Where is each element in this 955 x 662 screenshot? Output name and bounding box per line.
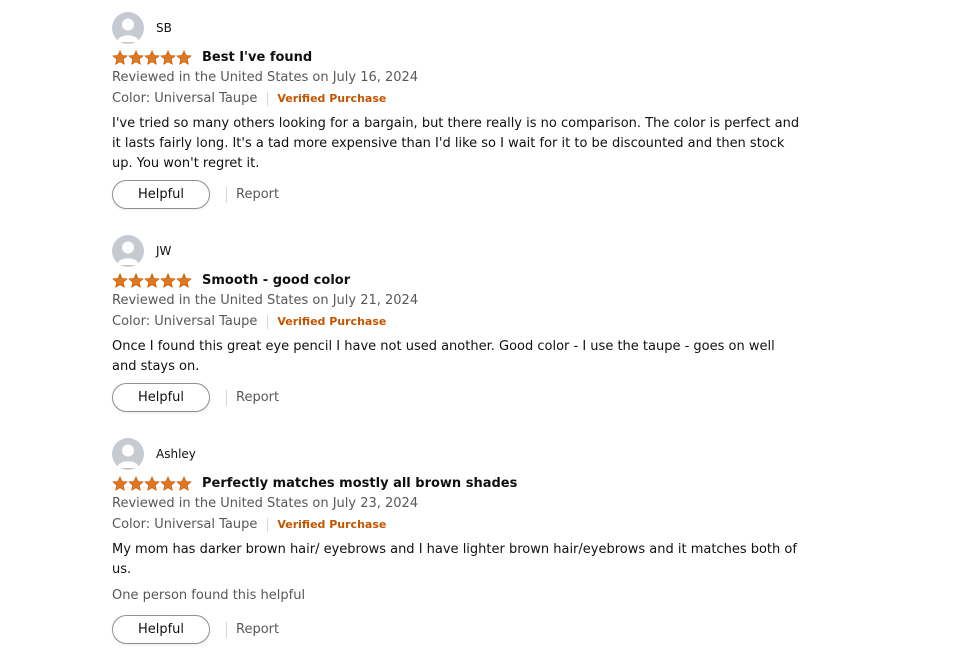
star-icon [144, 49, 160, 65]
reviewer-profile[interactable]: Ashley [112, 437, 196, 471]
star-icon [160, 49, 176, 65]
star-rating[interactable] [112, 49, 192, 65]
reviewer-profile[interactable]: SB [112, 11, 172, 45]
review-date: Reviewed in the United States on July 16… [112, 70, 419, 85]
verified-purchase-badge[interactable]: Verified Purchase [277, 315, 386, 328]
reviewer-name: Ashley [156, 447, 196, 461]
review-format-row: Color: Universal Taupe Verified Purchase [112, 517, 386, 532]
review-title-row: Smooth - good color [112, 271, 350, 289]
verified-purchase-badge[interactable]: Verified Purchase [277, 92, 386, 105]
helpful-button[interactable]: Helpful [112, 180, 210, 209]
review-body: My mom has darker brown hair/ eyebrows a… [112, 542, 797, 577]
star-icon [128, 49, 144, 65]
star-icon [160, 475, 176, 491]
reviewer-name: JW [156, 244, 172, 258]
review-title-row: Best I've found [112, 48, 312, 66]
star-icon [112, 49, 128, 65]
action-divider [226, 186, 227, 203]
review-title[interactable]: Perfectly matches mostly all brown shade… [202, 476, 517, 491]
review-title[interactable]: Best I've found [202, 50, 312, 65]
star-icon [144, 272, 160, 288]
verified-purchase-badge[interactable]: Verified Purchase [277, 518, 386, 531]
default-profile-avatar-icon [112, 235, 144, 267]
review-title-row: Perfectly matches mostly all brown shade… [112, 474, 517, 492]
review-format[interactable]: Color: Universal Taupe [112, 517, 257, 532]
star-icon [128, 475, 144, 491]
review-date: Reviewed in the United States on July 21… [112, 293, 419, 308]
reviewer-profile[interactable]: JW [112, 234, 171, 268]
review-actions: Helpful Report [112, 382, 279, 413]
star-rating[interactable] [112, 272, 192, 288]
helpful-button[interactable]: Helpful [112, 383, 210, 412]
review-format[interactable]: Color: Universal Taupe [112, 91, 257, 106]
star-rating[interactable] [112, 475, 192, 491]
default-profile-avatar-icon [112, 438, 144, 470]
review-actions: Helpful Report [112, 614, 279, 645]
format-divider [267, 91, 269, 106]
star-icon [160, 272, 176, 288]
review-title[interactable]: Smooth - good color [202, 273, 350, 288]
star-icon [128, 272, 144, 288]
reviewer-name: SB [156, 21, 172, 35]
review-format[interactable]: Color: Universal Taupe [112, 314, 257, 329]
default-profile-avatar-icon [112, 12, 144, 44]
format-divider [267, 517, 269, 532]
star-icon [144, 475, 160, 491]
star-icon [112, 272, 128, 288]
review-format-row: Color: Universal Taupe Verified Purchase [112, 314, 386, 329]
action-divider [226, 621, 227, 638]
star-icon [176, 272, 192, 288]
review-date: Reviewed in the United States on July 23… [112, 496, 419, 511]
action-divider [226, 389, 227, 406]
helpful-button[interactable]: Helpful [112, 615, 210, 644]
star-icon [112, 475, 128, 491]
star-icon [176, 475, 192, 491]
review-body: I've tried so many others looking for a … [112, 116, 800, 171]
format-divider [267, 314, 269, 329]
report-link[interactable]: Report [236, 390, 279, 405]
star-icon [176, 49, 192, 65]
review-body: Once I found this great eye pencil I hav… [112, 339, 775, 374]
report-link[interactable]: Report [236, 622, 279, 637]
review-actions: Helpful Report [112, 179, 279, 210]
report-link[interactable]: Report [236, 187, 279, 202]
helpful-count-text: One person found this helpful [112, 588, 306, 603]
review-format-row: Color: Universal Taupe Verified Purchase [112, 91, 386, 106]
